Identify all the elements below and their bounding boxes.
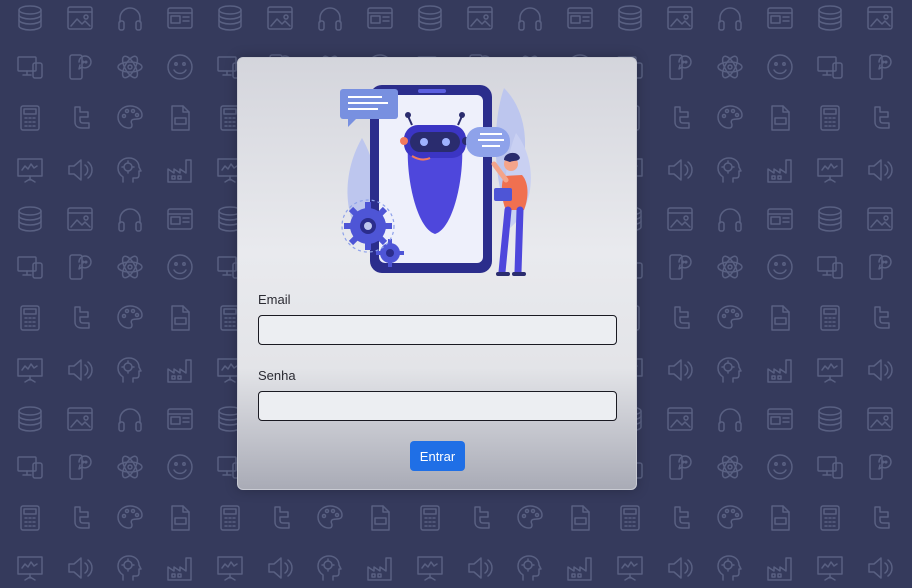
email-label: Email [258,292,291,307]
login-submit-button[interactable]: Entrar [410,441,465,471]
password-label: Senha [258,368,296,383]
email-input[interactable] [258,315,617,345]
chatbot-robot-illustration [334,78,544,280]
password-input[interactable] [258,391,617,421]
login-card: Email Senha Entrar [237,57,637,490]
